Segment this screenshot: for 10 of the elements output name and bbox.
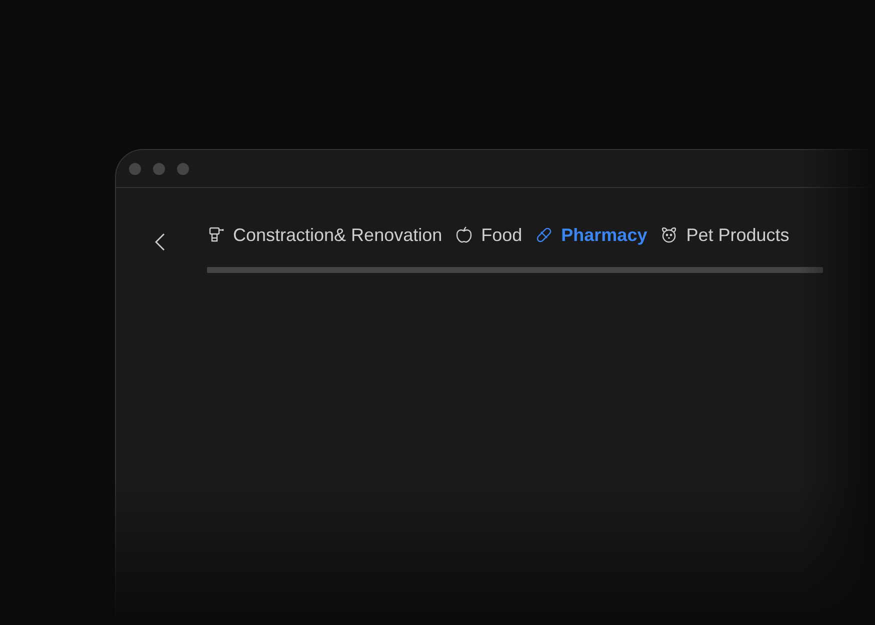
drill-icon xyxy=(207,226,225,244)
category-tab[interactable]: Pharmacy xyxy=(535,222,648,248)
dog-face-icon xyxy=(660,226,678,244)
apple-icon xyxy=(455,226,474,244)
pill-icon xyxy=(535,226,554,244)
category-tab[interactable]: Food xyxy=(455,222,522,248)
scrollbar-track[interactable] xyxy=(207,267,823,273)
category-tab[interactable]: Constraction& Renovation xyxy=(207,222,442,248)
category-tab[interactable]: Pet Products xyxy=(660,222,790,248)
chevron-left-icon xyxy=(155,233,165,251)
